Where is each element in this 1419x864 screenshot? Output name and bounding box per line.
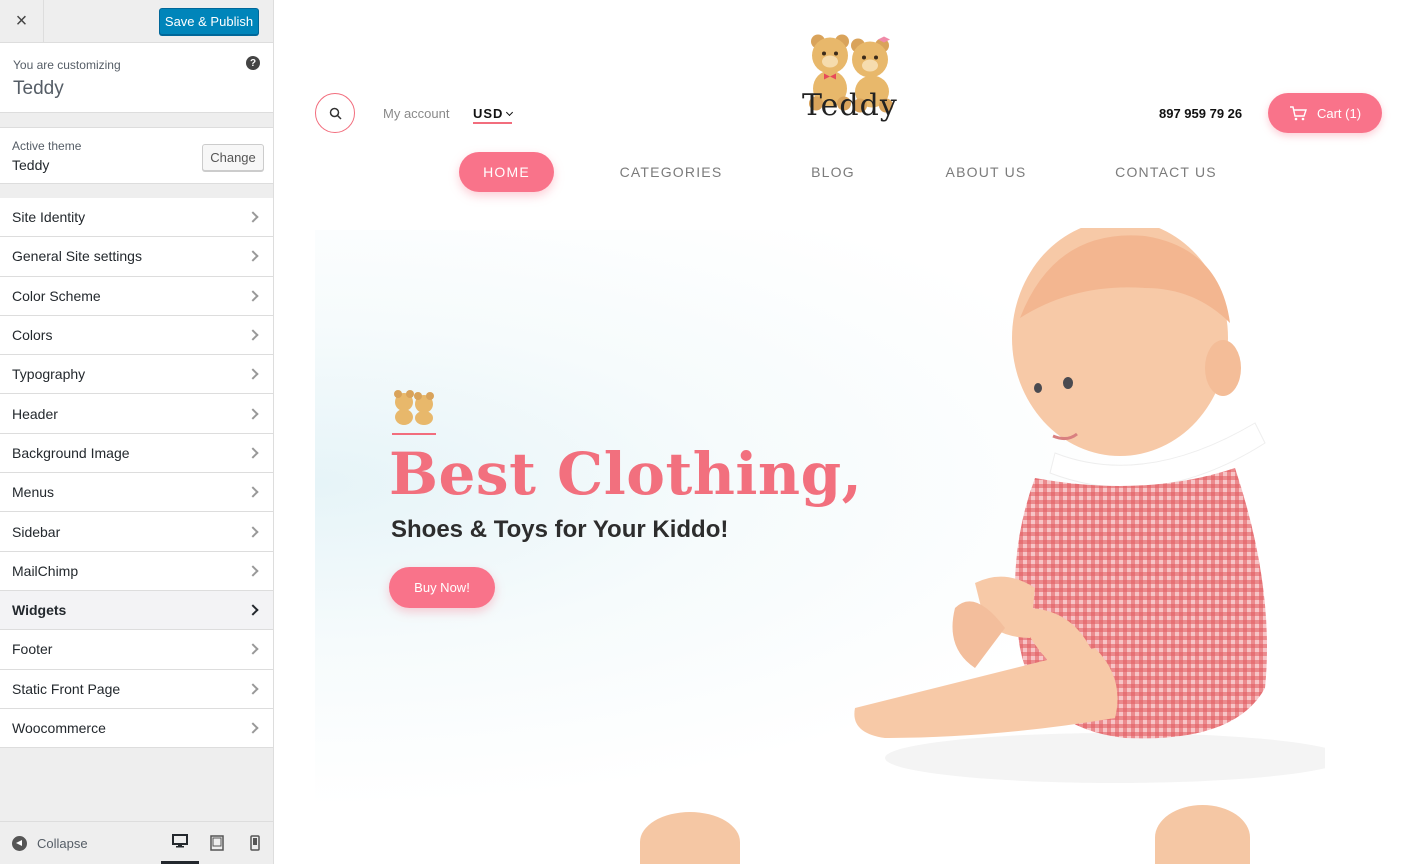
- section-label: Site Identity: [12, 209, 86, 226]
- hero-baby-image: [854, 228, 1325, 783]
- section-label: Footer: [12, 641, 53, 658]
- chevron-down-icon: [506, 108, 514, 117]
- chevron-right-icon: [247, 211, 259, 223]
- phone-number: 897 959 79 26: [1159, 106, 1243, 121]
- section-label: Menus: [12, 484, 55, 501]
- section-colors[interactable]: Colors: [0, 315, 273, 356]
- my-account-link[interactable]: My account: [383, 106, 449, 121]
- site-preview: My account USD Teddy 897 959 79 26 Cart …: [275, 0, 1419, 864]
- section-label: Widgets: [12, 602, 67, 619]
- change-theme-button[interactable]: Change: [202, 144, 264, 171]
- main-navigation: HOME CATEGORIES BLOG ABOUT US CONTACT US: [275, 152, 1419, 192]
- section-mailchimp[interactable]: MailChimp: [0, 551, 273, 591]
- hero-divider: [392, 433, 436, 435]
- customizer-footer: Collapse: [0, 821, 273, 864]
- currency-value: USD: [473, 106, 504, 121]
- collapse-icon[interactable]: [12, 835, 27, 851]
- cart-label: Cart (1): [1316, 105, 1362, 121]
- section-sidebar[interactable]: Sidebar: [0, 512, 273, 552]
- section-label: Sidebar: [12, 523, 61, 540]
- help-icon[interactable]: ?: [246, 56, 260, 70]
- tablet-icon[interactable]: [198, 821, 236, 864]
- section-label: Static Front Page: [12, 680, 121, 697]
- chevron-right-icon: [247, 407, 259, 420]
- chevron-right-icon: [247, 604, 259, 616]
- customizer-topbar: × Save & Publish: [0, 0, 273, 43]
- active-theme-panel: Active theme Teddy Change: [0, 127, 273, 184]
- section-static-front-page[interactable]: Static Front Page: [0, 669, 273, 709]
- section-general-site-settings[interactable]: General Site settings: [0, 237, 273, 277]
- nav-home[interactable]: HOME: [459, 152, 554, 192]
- nav-categories[interactable]: CATEGORIES: [615, 152, 727, 192]
- desktop-icon[interactable]: [161, 821, 199, 864]
- section-color-scheme[interactable]: Color Scheme: [0, 276, 273, 316]
- nav-blog[interactable]: BLOG: [803, 152, 863, 192]
- chevron-right-icon: [247, 290, 259, 302]
- section-label: Header: [12, 405, 58, 422]
- chevron-right-icon: [247, 486, 259, 498]
- chevron-right-icon: [247, 722, 259, 734]
- hero-subheadline: Shoes & Toys for Your Kiddo!: [391, 516, 729, 543]
- section-typography[interactable]: Typography: [0, 355, 273, 395]
- product-image-peek: [1155, 805, 1250, 864]
- chevron-right-icon: [247, 368, 259, 380]
- currency-selector[interactable]: USD: [473, 106, 514, 124]
- customizer-sections: Site Identity General Site settings Colo…: [0, 198, 273, 749]
- section-label: Color Scheme: [12, 287, 101, 304]
- hero-headline: Best Clothing,: [389, 440, 863, 508]
- section-label: Colors: [12, 327, 53, 344]
- customizing-site-name: Teddy: [13, 78, 64, 99]
- chevron-right-icon: [247, 565, 259, 577]
- customizing-label: You are customizing: [13, 58, 121, 72]
- section-label: Woocommerce: [12, 720, 106, 736]
- nav-contact-us[interactable]: CONTACT US: [1111, 152, 1221, 192]
- section-label: Background Image: [12, 444, 130, 461]
- search-icon: [329, 107, 342, 120]
- cart-icon: [1289, 105, 1307, 120]
- section-background-image[interactable]: Background Image: [0, 433, 273, 474]
- section-widgets[interactable]: Widgets: [0, 590, 273, 631]
- section-woocommerce[interactable]: Woocommerce: [0, 708, 273, 749]
- section-header[interactable]: Header: [0, 394, 273, 434]
- customizing-info: You are customizing Teddy ?: [0, 43, 273, 113]
- mini-teddy-icon: [394, 390, 434, 425]
- save-publish-button[interactable]: Save & Publish: [159, 8, 259, 35]
- chevron-right-icon: [247, 683, 259, 695]
- chevron-right-icon: [247, 447, 259, 459]
- section-label: General Site settings: [12, 248, 142, 265]
- collapse-label[interactable]: Collapse: [37, 836, 88, 851]
- section-label: Typography: [12, 366, 86, 383]
- mobile-icon[interactable]: [236, 821, 274, 864]
- product-image-peek: [640, 812, 740, 864]
- logo-text[interactable]: Teddy: [802, 88, 898, 123]
- close-icon[interactable]: ×: [0, 0, 44, 43]
- section-menus[interactable]: Menus: [0, 473, 273, 513]
- buy-now-button[interactable]: Buy Now!: [389, 567, 495, 608]
- chevron-right-icon: [247, 329, 259, 341]
- nav-about-us[interactable]: ABOUT US: [940, 152, 1032, 192]
- chevron-right-icon: [247, 250, 259, 263]
- section-label: MailChimp: [12, 562, 79, 579]
- customizer-sidebar: × Save & Publish You are customizing Ted…: [0, 0, 274, 864]
- cart-button[interactable]: Cart (1): [1268, 93, 1382, 133]
- section-site-identity[interactable]: Site Identity: [0, 198, 273, 238]
- chevron-right-icon: [247, 643, 259, 656]
- chevron-right-icon: [247, 525, 259, 538]
- search-button[interactable]: [315, 93, 355, 133]
- section-footer[interactable]: Footer: [0, 630, 273, 670]
